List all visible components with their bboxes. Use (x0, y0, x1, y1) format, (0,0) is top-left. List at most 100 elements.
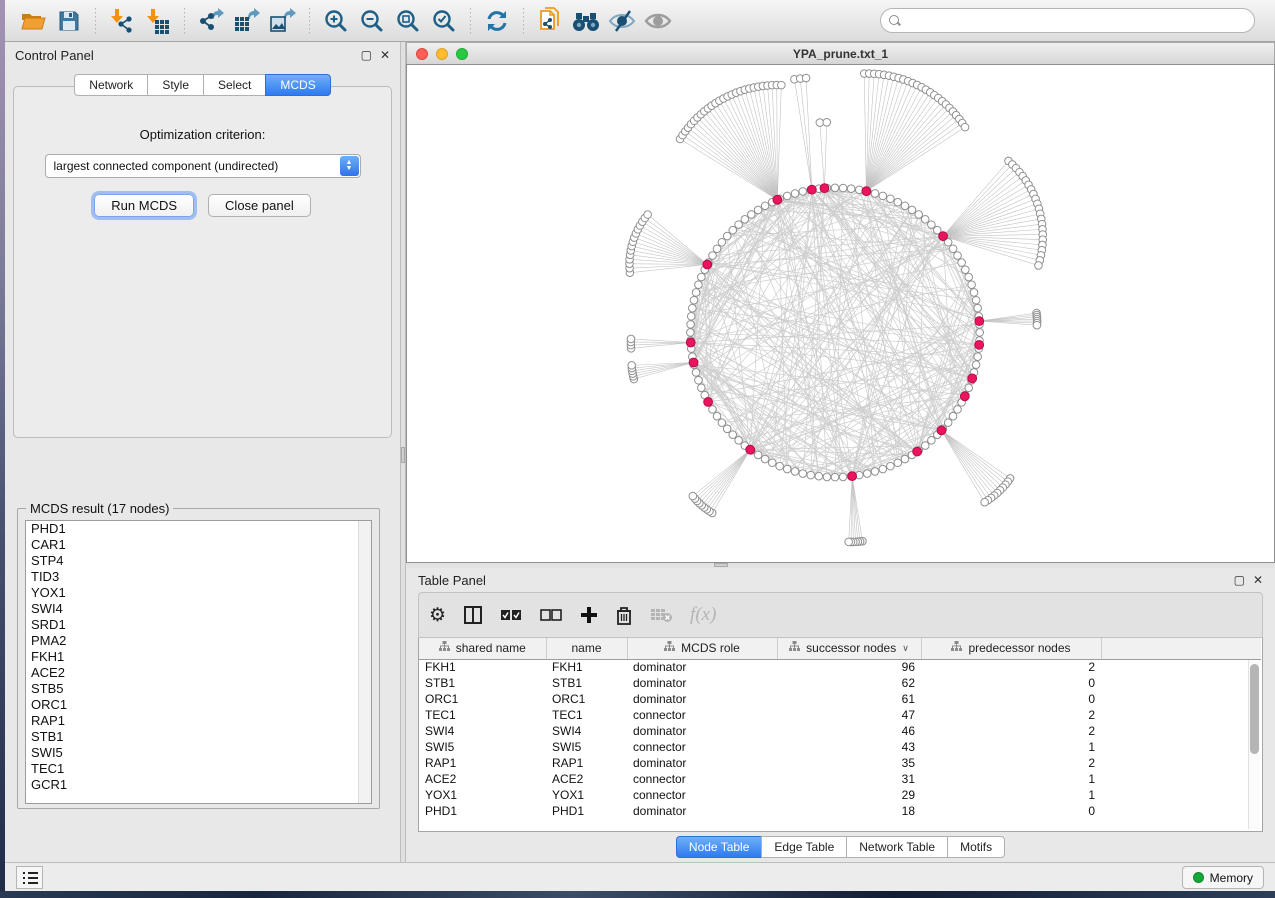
tab-mcds[interactable]: MCDS (265, 74, 330, 96)
export-image-icon[interactable] (268, 6, 298, 36)
table-row[interactable]: YOX1YOX1connector291 (419, 787, 1261, 803)
memory-status-icon (1193, 872, 1204, 883)
open-session-icon[interactable] (18, 6, 48, 36)
memory-label: Memory (1210, 871, 1253, 885)
float-icon[interactable]: ▢ (361, 49, 372, 61)
column-header-filler (1101, 638, 1261, 659)
import-network-icon[interactable] (107, 6, 137, 36)
column-namespace-icon (664, 641, 675, 655)
delete-table-icon[interactable] (650, 600, 672, 630)
table-row[interactable]: ORC1ORC1dominator610 (419, 691, 1261, 707)
binoculars-icon[interactable] (571, 6, 601, 36)
result-list-item[interactable]: STP4 (26, 553, 371, 569)
deselect-all-icon[interactable] (540, 600, 562, 630)
show-all-icon[interactable] (643, 6, 673, 36)
clone-network-icon[interactable] (535, 6, 565, 36)
zoom-in-icon[interactable] (321, 6, 351, 36)
status-bar: Memory (5, 862, 1275, 892)
zoom-out-icon[interactable] (357, 6, 387, 36)
network-canvas[interactable] (406, 64, 1275, 563)
function-builder-icon[interactable]: f(x) (690, 600, 716, 630)
table-row[interactable]: TEC1TEC1connector472 (419, 707, 1261, 723)
zoom-selected-icon[interactable] (429, 6, 459, 36)
close-traffic-light[interactable] (416, 48, 428, 60)
table-row[interactable]: RAP1RAP1dominator352 (419, 755, 1261, 771)
result-list-item[interactable]: YOX1 (26, 585, 371, 601)
select-all-icon[interactable] (500, 600, 522, 630)
column-header-name[interactable]: name (546, 638, 627, 659)
export-table-icon[interactable] (232, 6, 262, 36)
horizontal-splitter[interactable] (406, 563, 1275, 568)
mcds-result-list[interactable]: PHD1CAR1STP4TID3YOX1SWI4SRD1PMA2FKH1ACE2… (25, 520, 372, 804)
result-list-item[interactable]: TEC1 (26, 761, 371, 777)
search-input[interactable] (906, 14, 1246, 28)
table-row[interactable]: STB1STB1dominator620 (419, 675, 1261, 691)
toolbar-separator (523, 8, 524, 34)
result-list-item[interactable]: ORC1 (26, 697, 371, 713)
table-row[interactable]: SWI5SWI5connector431 (419, 739, 1261, 755)
zoom-fit-icon[interactable] (393, 6, 423, 36)
tab-node-table[interactable]: Node Table (676, 836, 762, 858)
close-icon[interactable]: ✕ (380, 49, 390, 61)
zoom-traffic-light[interactable] (456, 48, 468, 60)
result-list-item[interactable]: SWI4 (26, 601, 371, 617)
result-list-item[interactable]: PHD1 (26, 521, 371, 537)
result-list-item[interactable]: SRD1 (26, 617, 371, 633)
tab-network[interactable]: Network (74, 74, 147, 96)
memory-button[interactable]: Memory (1182, 866, 1264, 889)
column-header-shared-name[interactable]: shared name (419, 638, 546, 659)
task-history-button[interactable] (16, 866, 43, 889)
result-list-item[interactable]: STB5 (26, 681, 371, 697)
scrollbar-thumb[interactable] (1250, 664, 1259, 754)
result-list-item[interactable]: ACE2 (26, 665, 371, 681)
splitter-grip[interactable] (714, 563, 728, 567)
export-network-icon[interactable] (196, 6, 226, 36)
node-table: shared namenameMCDS rolesuccessor nodes∨… (419, 638, 1261, 819)
close-panel-button[interactable]: Close panel (208, 194, 311, 217)
mcds-result-groupbox: MCDS result (17 nodes) PHD1CAR1STP4TID3Y… (17, 508, 380, 809)
show-columns-icon[interactable] (464, 600, 482, 630)
minimize-traffic-light[interactable] (436, 48, 448, 60)
hide-selection-icon[interactable] (607, 6, 637, 36)
tab-edge-table[interactable]: Edge Table (761, 836, 846, 858)
tab-network-table[interactable]: Network Table (846, 836, 947, 858)
splitter-grip[interactable] (401, 447, 405, 463)
result-list-item[interactable]: RAP1 (26, 713, 371, 729)
result-list-item[interactable]: TID3 (26, 569, 371, 585)
table-row[interactable]: SWI4SWI4dominator462 (419, 723, 1261, 739)
add-column-icon[interactable] (580, 600, 598, 630)
column-header-successor-nodes[interactable]: successor nodes∨ (777, 638, 921, 659)
result-list-item[interactable]: GCR1 (26, 777, 371, 793)
table-row[interactable]: PHD1PHD1dominator180 (419, 803, 1261, 819)
result-list-item[interactable]: CAR1 (26, 537, 371, 553)
toolbar-separator (184, 8, 185, 34)
result-list-item[interactable]: STB1 (26, 729, 371, 745)
column-header-predecessor-nodes[interactable]: predecessor nodes (921, 638, 1101, 659)
table-options-gear-icon[interactable]: ⚙ (429, 600, 446, 630)
result-list-item[interactable]: SWI5 (26, 745, 371, 761)
result-list-item[interactable]: PMA2 (26, 633, 371, 649)
control-panel-tabs: NetworkStyleSelectMCDS (5, 74, 400, 96)
search-field[interactable] (880, 8, 1255, 33)
network-graph[interactable] (407, 65, 1274, 562)
import-table-icon[interactable] (143, 6, 173, 36)
save-session-icon[interactable] (54, 6, 84, 36)
table-scrollbar[interactable] (1248, 660, 1260, 829)
table-toolbar: ⚙ (418, 592, 1263, 638)
float-icon[interactable]: ▢ (1234, 574, 1245, 586)
criterion-dropdown[interactable]: largest connected component (undirected)… (45, 154, 361, 178)
result-list-scrollbar[interactable] (358, 521, 371, 803)
column-header-MCDS-role[interactable]: MCDS role (627, 638, 777, 659)
table-panel-titlebar: Table Panel ▢ ✕ (406, 568, 1275, 592)
tab-style[interactable]: Style (147, 74, 203, 96)
tab-motifs[interactable]: Motifs (947, 836, 1005, 858)
reapply-layout-icon[interactable] (482, 6, 512, 36)
result-list-item[interactable]: FKH1 (26, 649, 371, 665)
delete-column-icon[interactable] (616, 600, 632, 630)
dropdown-stepper-icon: ▲▼ (340, 156, 359, 176)
tab-select[interactable]: Select (203, 74, 265, 96)
table-row[interactable]: FKH1FKH1dominator962 (419, 659, 1261, 675)
table-row[interactable]: ACE2ACE2connector311 (419, 771, 1261, 787)
run-mcds-button[interactable]: Run MCDS (94, 194, 194, 217)
close-icon[interactable]: ✕ (1253, 574, 1263, 586)
